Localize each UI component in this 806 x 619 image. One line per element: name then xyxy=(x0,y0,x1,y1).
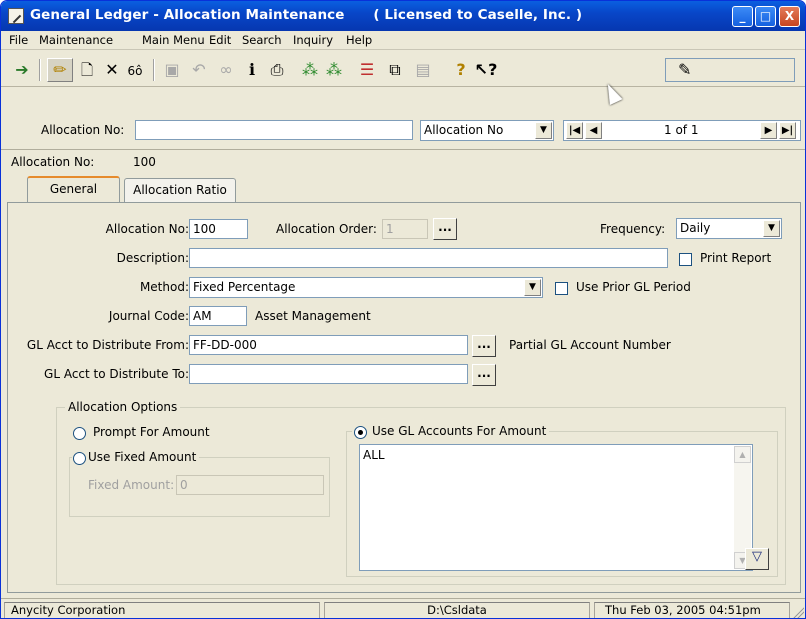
new-record-icon[interactable]: 🗋 xyxy=(74,58,100,82)
application-window: General Ledger - Allocation Maintenance … xyxy=(0,0,806,619)
next-record-button[interactable]: ▶ xyxy=(760,122,777,139)
menu-maintenance[interactable]: Maintenance xyxy=(39,33,113,47)
use-gl-accounts-radio[interactable] xyxy=(354,426,367,439)
status-pencil-box: ✎ xyxy=(665,58,795,82)
filter-icon[interactable]: ▽ xyxy=(745,548,769,570)
description-label: Description: xyxy=(116,251,189,265)
search-bar: Allocation No: Allocation No ▼ |◀ ◀ 1 of… xyxy=(1,118,805,148)
journal-code-field[interactable]: AM xyxy=(189,306,247,326)
dist-to-lookup-button[interactable]: ... xyxy=(472,364,496,386)
use-fixed-amount-radio[interactable] xyxy=(73,452,86,465)
gl-accounts-list[interactable]: ALL ▲ ▼ xyxy=(359,444,753,571)
method-select[interactable]: Fixed Percentage ▼ xyxy=(189,277,543,298)
search-input[interactable] xyxy=(135,120,413,140)
record-value: 100 xyxy=(133,155,156,169)
exit-icon[interactable]: ➔ xyxy=(9,58,35,82)
allocation-options-label: Allocation Options xyxy=(65,400,181,414)
dist-from-label: GL Acct to Distribute From: xyxy=(26,338,189,352)
search-field-select[interactable]: Allocation No ▼ xyxy=(420,120,554,141)
dist-to-label: GL Acct to Distribute To: xyxy=(44,367,189,381)
record-navigator: |◀ ◀ 1 of 1 ▶ ▶| xyxy=(563,120,801,141)
menu-edit[interactable]: Edit xyxy=(209,33,231,47)
app-icon xyxy=(8,8,24,24)
use-gl-accounts-label: Use GL Accounts For Amount xyxy=(352,424,550,438)
notes-icon[interactable]: ☰ xyxy=(354,58,380,82)
save-icon[interactable]: ▣ xyxy=(159,58,185,82)
undo-icon[interactable]: ↶ xyxy=(186,58,212,82)
frequency-select[interactable]: Daily ▼ xyxy=(676,218,782,239)
method-label: Method: xyxy=(139,280,189,294)
pencil-icon: ✎ xyxy=(678,60,692,79)
memo-icon[interactable]: ▤ xyxy=(410,58,436,82)
menu-help[interactable]: Help xyxy=(346,33,372,47)
use-prior-gl-checkbox[interactable] xyxy=(555,282,568,295)
allocation-no-label: Allocation No: xyxy=(105,222,189,236)
info-icon[interactable]: i xyxy=(239,58,265,82)
maximize-button[interactable]: □ xyxy=(755,6,776,27)
tab-general[interactable]: General xyxy=(27,176,120,203)
print-report-checkbox[interactable] xyxy=(679,253,692,266)
minimize-button[interactable]: _ xyxy=(732,6,753,27)
toolbar: ➔ ✏ 🗋 ✕ 6ô ▣ ↶ ∞ i ⎙ ⁂ ⁂ ☰ ⧉ ▤ ? ↖? ✎ xyxy=(1,51,805,87)
frequency-label: Frequency: xyxy=(600,222,666,236)
record-position: 1 of 1 xyxy=(664,123,699,137)
dist-to-field[interactable] xyxy=(189,364,468,384)
chevron-down-icon[interactable]: ▼ xyxy=(535,122,552,139)
menu-main-menu[interactable]: Main Menu xyxy=(142,33,205,47)
first-record-button[interactable]: |◀ xyxy=(566,122,583,139)
next-record-icon[interactable]: ⁂ xyxy=(321,58,347,82)
dist-from-field[interactable]: FF-DD-000 xyxy=(189,335,468,355)
fixed-amount-label: Fixed Amount: xyxy=(88,478,175,492)
status-company: Anycity Corporation xyxy=(4,602,320,618)
window-title: General Ledger - Allocation Maintenance … xyxy=(30,7,583,23)
allocation-order-label: Allocation Order: xyxy=(276,222,377,236)
search-field-value: Allocation No xyxy=(424,123,504,137)
prev-record-button[interactable]: ◀ xyxy=(585,122,602,139)
last-record-button[interactable]: ▶| xyxy=(779,122,796,139)
journal-code-label: Journal Code: xyxy=(108,309,189,323)
journal-code-description: Asset Management xyxy=(255,309,371,323)
title-bar[interactable]: General Ledger - Allocation Maintenance … xyxy=(1,1,805,31)
edit-pencil-icon[interactable]: ✏ xyxy=(47,58,73,82)
previous-record-icon[interactable]: ⁂ xyxy=(297,58,323,82)
status-datetime: Thu Feb 03, 2005 04:51pm xyxy=(594,602,790,618)
print-report-label: Print Report xyxy=(700,251,772,265)
description-field[interactable] xyxy=(189,248,668,268)
list-item[interactable]: ALL xyxy=(363,448,749,462)
dist-from-lookup-button[interactable]: ... xyxy=(472,335,496,357)
find-binoculars-icon[interactable]: ∞ xyxy=(213,58,239,82)
allocation-order-lookup-button[interactable]: ... xyxy=(433,218,457,240)
search-label: Allocation No: xyxy=(41,123,125,137)
use-prior-gl-label: Use Prior GL Period xyxy=(576,280,691,294)
view-glasses-icon[interactable]: 6ô xyxy=(122,58,148,82)
allocation-no-field[interactable]: 100 xyxy=(189,219,248,239)
allocation-order-field: 1 xyxy=(382,219,428,239)
tab-allocation-ratio[interactable]: Allocation Ratio xyxy=(124,178,236,202)
menu-inquiry[interactable]: Inquiry xyxy=(293,33,333,47)
context-help-icon[interactable]: ↖? xyxy=(473,58,499,82)
menu-file[interactable]: File xyxy=(9,33,28,47)
print-icon[interactable]: ⎙ xyxy=(264,58,290,82)
use-fixed-amount-label: Use Fixed Amount xyxy=(72,450,200,464)
chevron-down-icon[interactable]: ▼ xyxy=(763,220,780,237)
status-path: D:\Csldata xyxy=(324,602,590,618)
menu-bar: File Maintenance Main Menu Edit Search I… xyxy=(1,31,805,50)
chevron-down-icon[interactable]: ▼ xyxy=(524,279,541,296)
prompt-amount-radio[interactable] xyxy=(73,427,86,440)
fixed-amount-field: 0 xyxy=(176,475,324,495)
frequency-value: Daily xyxy=(680,221,711,235)
record-label: Allocation No: xyxy=(11,155,95,169)
close-button[interactable]: X xyxy=(779,6,800,27)
menu-search[interactable]: Search xyxy=(242,33,282,47)
prompt-amount-label: Prompt For Amount xyxy=(93,425,210,439)
scroll-up-icon[interactable]: ▲ xyxy=(734,446,751,463)
partial-account-note: Partial GL Account Number xyxy=(509,338,671,352)
status-bar: Anycity Corporation D:\Csldata Thu Feb 0… xyxy=(1,598,805,618)
copy-icon[interactable]: ⧉ xyxy=(382,58,408,82)
method-value: Fixed Percentage xyxy=(193,280,296,294)
general-tab-panel: Allocation No: 100 Allocation Order: 1 .… xyxy=(7,202,801,593)
help-icon[interactable]: ? xyxy=(448,58,474,82)
resize-grip-icon[interactable] xyxy=(792,606,804,618)
